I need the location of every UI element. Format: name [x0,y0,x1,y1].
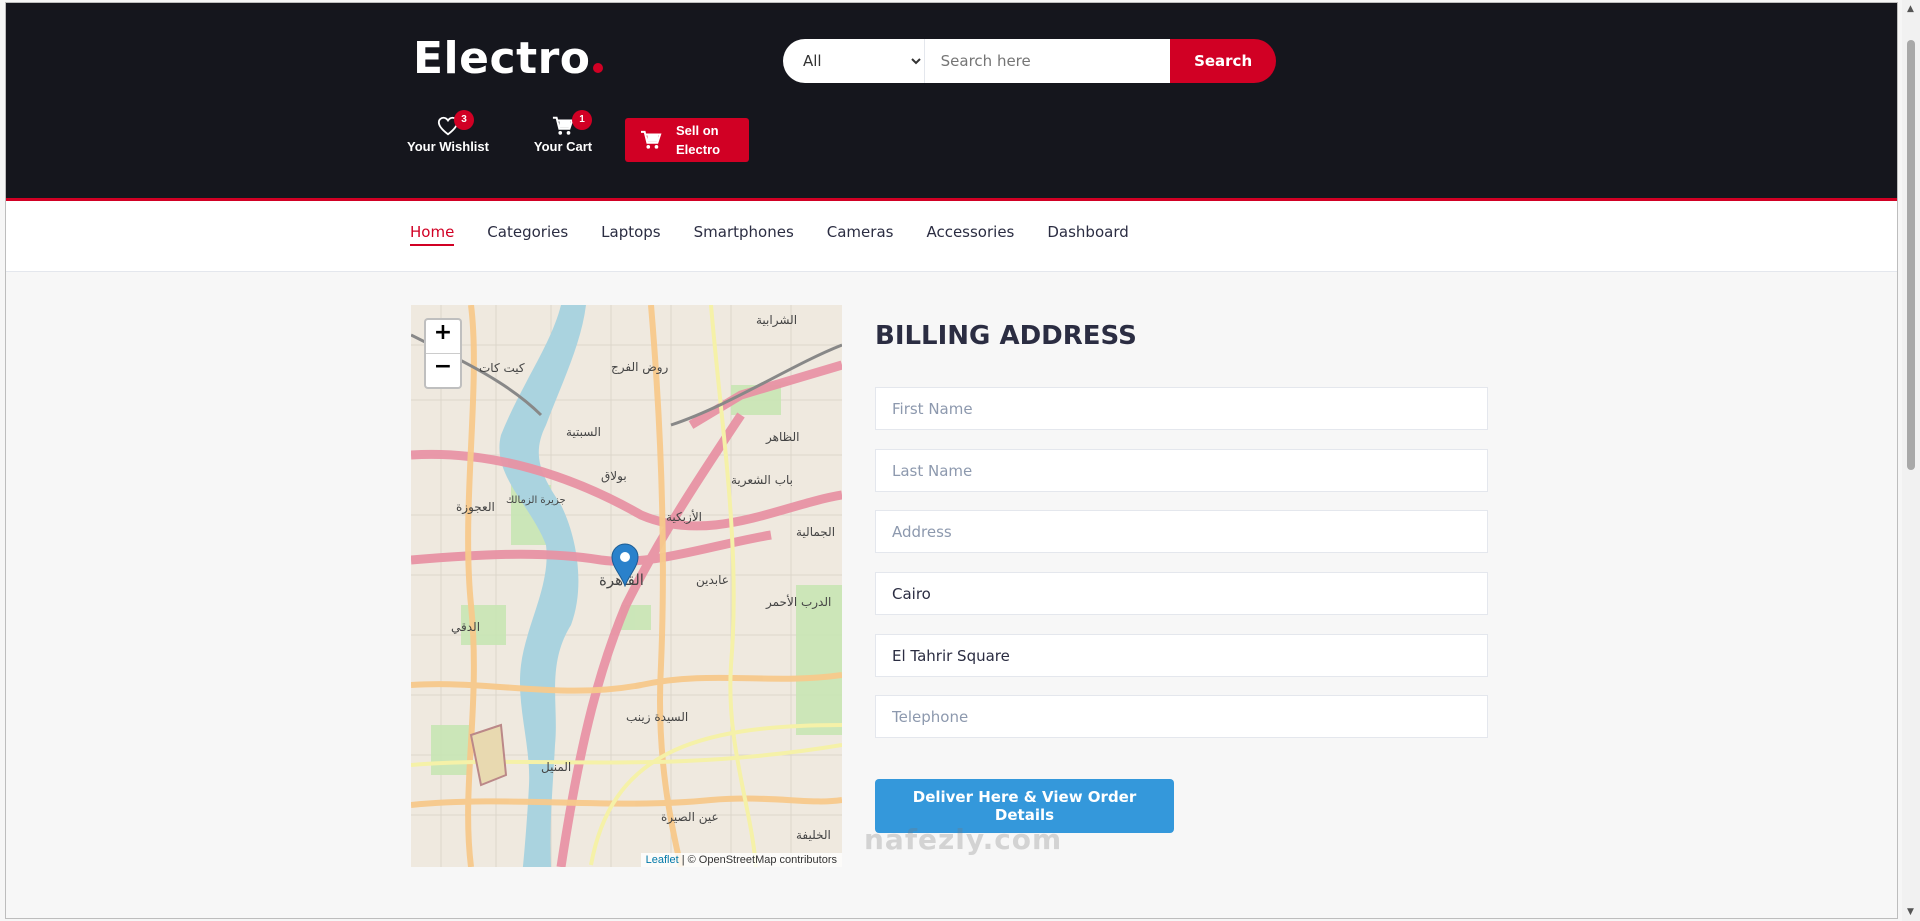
logo-dot [592,63,603,73]
street-field[interactable] [875,634,1488,677]
map-label: كيت كات [479,361,525,375]
zoom-out-button[interactable]: − [426,353,460,387]
cart-count-badge: 1 [572,110,592,130]
cart-label: Your Cart [533,139,593,154]
first-name-field[interactable] [875,387,1488,430]
map-label: الدرب الأحمر [766,595,832,609]
zoom-in-button[interactable]: + [426,320,460,353]
map-label: الخليفة [796,828,831,842]
nav-dashboard[interactable]: Dashboard [1047,223,1128,246]
sell-label-line2: Electro [676,142,721,157]
location-map[interactable]: القاهرة بولاق السبتية روض الفرج الظاهر ا… [411,305,842,867]
browser-viewport: Electro All Search Your Wishlist 3 Your … [5,2,1898,919]
billing-address-title: Billing Address [875,321,1137,351]
search-button[interactable]: Search [1170,39,1276,83]
scrollbar-thumb[interactable] [1907,40,1915,470]
map-label: السيدة زينب [626,710,689,724]
map-label: المنيل [541,760,572,774]
cart-icon [552,116,574,135]
site-logo[interactable]: Electro [413,33,603,84]
last-name-field[interactable] [875,449,1488,492]
scroll-up-arrow-icon[interactable]: ▲ [1907,4,1914,14]
location-pin-icon[interactable] [611,543,639,587]
search-bar: All Search [783,39,1276,83]
telephone-field[interactable] [875,695,1488,738]
map-label: الشرابية [756,313,798,327]
map-label: السبتية [566,425,601,439]
map-label: الجمالية [796,525,836,539]
leaflet-link[interactable]: Leaflet [646,854,679,866]
wishlist-count-badge: 3 [454,110,474,130]
category-select[interactable]: All [783,39,925,83]
map-label: باب الشعرية [731,473,793,487]
sell-label: Sell on Electro [676,121,736,159]
map-label: عين الصيرة [661,810,719,824]
nav-accessories[interactable]: Accessories [926,223,1014,246]
cart-link[interactable]: Your Cart 1 [527,110,599,154]
top-header: Electro All Search Your Wishlist 3 Your … [6,3,1897,201]
scroll-down-arrow-icon[interactable]: ▼ [1907,907,1914,917]
logo-text: Electro [413,33,591,84]
attribution-text: | © OpenStreetMap contributors [681,854,837,866]
map-label: الظاهر [766,430,800,444]
nav-home[interactable]: Home [410,223,455,246]
map-attribution: Leaflet | © OpenStreetMap contributors [640,853,842,867]
nav-categories[interactable]: Categories [487,223,568,246]
address-field[interactable] [875,510,1488,553]
map-label: عابدين [696,573,729,587]
cart-icon [641,130,662,149]
wishlist-link[interactable]: Your Wishlist 3 [400,110,496,154]
map-label: الأزبكية [666,510,702,524]
watermark: nafezly.com [864,823,1063,856]
search-input[interactable] [924,39,1171,83]
wishlist-label: Your Wishlist [407,139,489,154]
sell-on-electro-button[interactable]: Sell on Electro [625,118,749,162]
nav-laptops[interactable]: Laptops [601,223,660,246]
zoom-controls: + − [424,318,462,389]
nav-smartphones[interactable]: Smartphones [694,223,794,246]
map-label: جزيرة الزمالك [506,495,566,506]
map-label: العجوزة [456,500,495,514]
main-navigation: Home Categories Laptops Smartphones Came… [6,201,1897,272]
page-scrollbar[interactable]: ▲ ▼ [1902,0,1920,921]
map-label: روض الفرج [611,360,669,374]
city-field[interactable] [875,572,1488,615]
map-label: الدقي [451,620,481,634]
map-label: بولاق [601,469,627,483]
nav-cameras[interactable]: Cameras [827,223,894,246]
sell-label-line1: Sell on [676,123,719,138]
